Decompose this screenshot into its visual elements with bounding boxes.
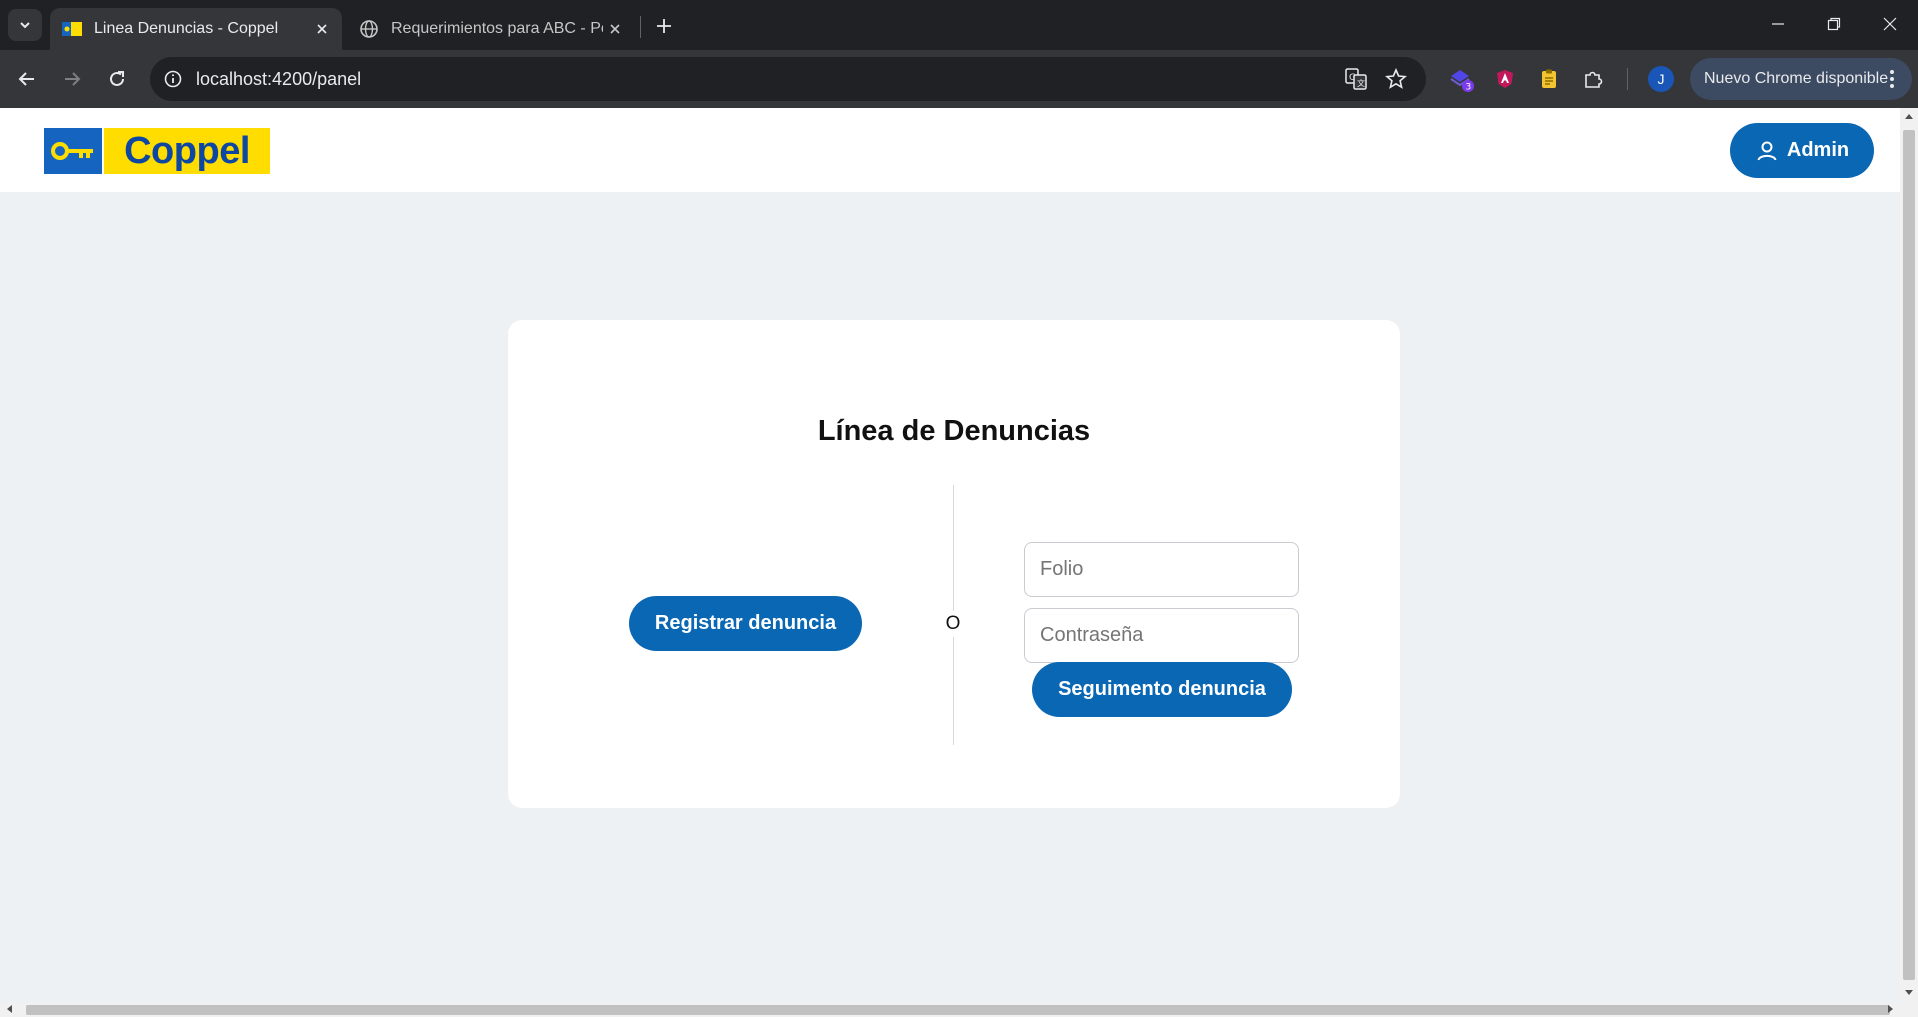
extension-stack-icon[interactable]: 3 <box>1446 64 1476 94</box>
clipboard-extension-icon[interactable] <box>1534 64 1564 94</box>
key-icon <box>44 128 102 174</box>
tab-title: Linea Denuncias - Coppel <box>94 20 279 37</box>
vertical-scrollbar[interactable] <box>1900 108 1918 1002</box>
minimize-button[interactable] <box>1758 8 1798 40</box>
site-info-icon[interactable] <box>160 66 186 92</box>
page-viewport: Coppel Admin Línea de Denuncias Registra… <box>0 108 1918 1017</box>
tab-separator <box>640 16 641 38</box>
plus-icon <box>657 19 671 33</box>
horizontal-scrollbar[interactable] <box>0 1002 1918 1017</box>
back-button[interactable] <box>11 63 43 95</box>
scroll-right-icon[interactable] <box>1886 1004 1896 1014</box>
svg-text:文: 文 <box>1357 78 1365 88</box>
profile-avatar[interactable]: J <box>1648 66 1674 92</box>
scroll-up-icon[interactable] <box>1904 111 1914 121</box>
chrome-update-button[interactable]: Nuevo Chrome disponible <box>1690 58 1912 100</box>
coppel-logo[interactable]: Coppel <box>44 128 270 174</box>
extension-badge: 3 <box>1466 83 1472 93</box>
scroll-down-icon[interactable] <box>1904 988 1914 998</box>
tab-title: Requerimientos para ABC - Port <box>391 20 603 37</box>
restore-button[interactable] <box>1814 8 1854 40</box>
admin-label: Admin <box>1786 139 1850 161</box>
register-complaint-button[interactable]: Registrar denuncia <box>629 596 862 651</box>
address-bar[interactable]: localhost:4200/panel <box>150 57 1426 101</box>
arrow-left-icon <box>18 72 34 86</box>
user-icon <box>1757 141 1777 160</box>
follow-complaint-button[interactable]: Seguimento denuncia <box>1032 662 1292 717</box>
scrollbar-thumb[interactable] <box>26 1005 1890 1015</box>
denuncias-card: Línea de Denuncias Registrar denuncia O … <box>508 320 1400 808</box>
tab-requerimientos[interactable]: Requerimientos para ABC - Port <box>355 8 635 50</box>
page-title: Línea de Denuncias <box>817 415 1091 447</box>
translate-icon[interactable]: G文 <box>1342 65 1370 93</box>
close-icon <box>1883 17 1897 31</box>
scroll-left-icon[interactable] <box>4 1004 14 1014</box>
minimize-icon <box>1772 23 1784 25</box>
tab-linea-denuncias[interactable]: Linea Denuncias - Coppel <box>50 8 342 50</box>
arrow-right-icon <box>65 72 81 86</box>
more-options-icon[interactable] <box>1882 68 1902 90</box>
chevron-down-icon <box>20 22 30 29</box>
update-label: Nuevo Chrome disponible <box>1704 70 1889 87</box>
scrollbar-thumb[interactable] <box>1903 130 1915 980</box>
globe-icon <box>360 20 378 38</box>
reload-icon <box>110 71 124 86</box>
coppel-favicon-icon <box>62 22 82 36</box>
url-text: localhost:4200/panel <box>196 68 362 89</box>
close-tab-icon[interactable] <box>603 17 627 41</box>
restore-icon <box>1827 17 1841 31</box>
folio-input[interactable] <box>1024 542 1299 597</box>
close-tab-icon[interactable] <box>310 17 334 41</box>
new-tab-button[interactable] <box>650 12 678 40</box>
tab-search-button[interactable] <box>8 9 42 41</box>
reload-button[interactable] <box>101 63 133 95</box>
puzzle-extensions-icon[interactable] <box>1578 64 1608 94</box>
close-window-button[interactable] <box>1870 8 1910 40</box>
admin-button[interactable]: Admin <box>1730 123 1874 178</box>
tab-strip: Linea Denuncias - Coppel Requerimientos … <box>0 0 1918 50</box>
or-separator-label: O <box>938 611 968 637</box>
browser-toolbar: localhost:4200/panel G文 3 J Nuevo Chrome… <box>0 50 1918 108</box>
app-header: Coppel Admin <box>0 108 1900 192</box>
forward-button[interactable] <box>56 63 88 95</box>
toolbar-separator <box>1627 68 1628 90</box>
angular-extension-icon[interactable] <box>1490 64 1520 94</box>
password-input[interactable] <box>1024 608 1299 663</box>
logo-wordmark: Coppel <box>104 128 270 174</box>
bookmark-star-icon[interactable] <box>1382 65 1410 93</box>
